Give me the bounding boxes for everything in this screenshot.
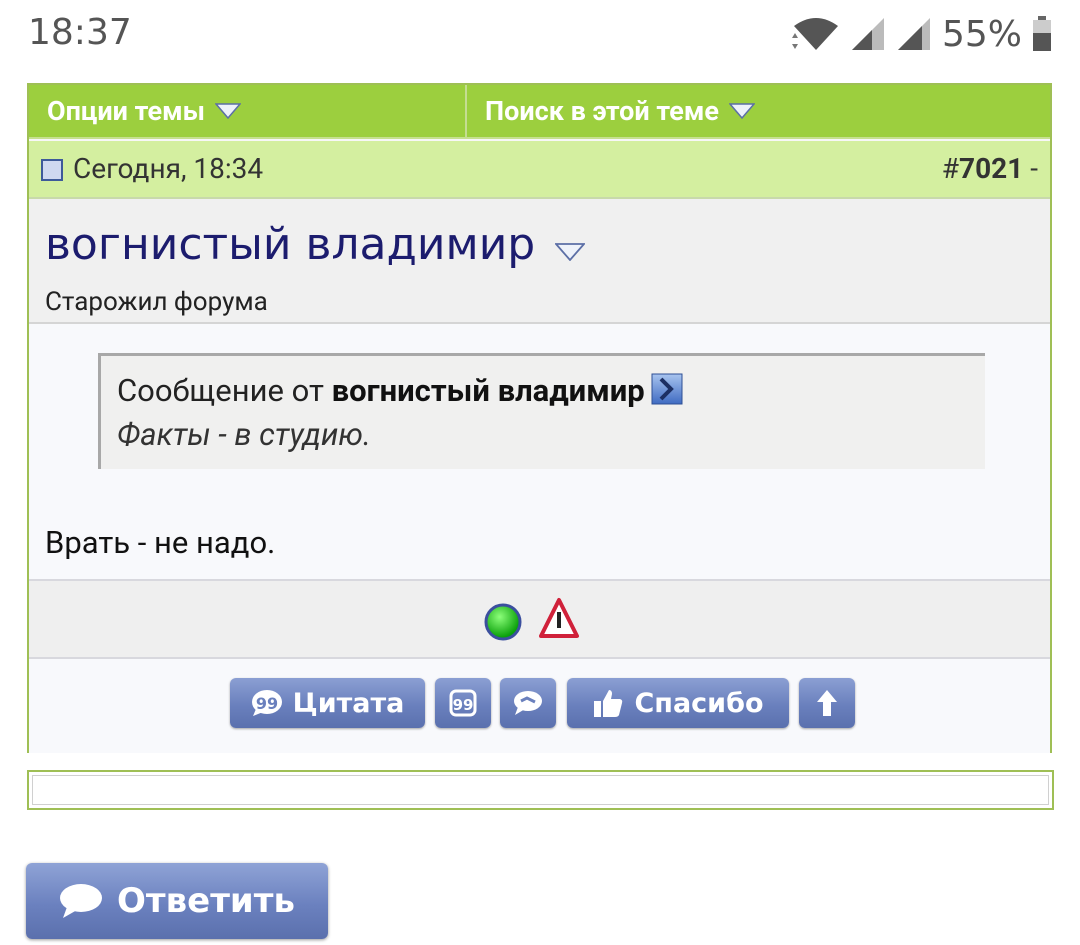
search-thread-label: Поиск в этой теме <box>485 95 719 127</box>
quote-header: Сообщение от вогнистый владимир <box>117 372 683 409</box>
post-status-row <box>29 579 1050 659</box>
thanks-button-label: Спасибо <box>634 687 764 719</box>
multiquote-button[interactable]: 99 <box>435 678 491 728</box>
user-title: Старожил форума <box>45 287 268 317</box>
signal-icon <box>851 18 884 50</box>
wifi-icon <box>791 18 838 50</box>
multiquote-icon: 99 <box>449 689 477 717</box>
post-number-suffix: - <box>1023 152 1038 185</box>
speech-bubble-icon: 99 <box>251 690 282 716</box>
empty-panel <box>27 770 1054 810</box>
svg-text:99: 99 <box>256 694 278 713</box>
reply-button[interactable]: Ответить <box>26 863 328 939</box>
scroll-top-button[interactable] <box>799 678 855 728</box>
arrow-right-icon[interactable] <box>651 373 683 405</box>
clock: 18:37 <box>28 12 132 53</box>
thread-options-label: Опции темы <box>47 95 205 127</box>
quote-block: Сообщение от вогнистый владимир Факты - … <box>98 353 985 469</box>
empty-panel-inner <box>32 775 1049 805</box>
battery-percent: 55% <box>941 13 1022 55</box>
thanks-button[interactable]: Спасибо <box>567 678 789 728</box>
quote-text: Факты - в студию. <box>117 416 371 453</box>
username-link[interactable]: вогнистый владимир <box>45 219 535 270</box>
post-number-link[interactable]: #7021 - <box>942 152 1038 185</box>
triangle-down-icon <box>214 103 241 119</box>
thread-options-menu[interactable]: Опции темы <box>29 85 467 137</box>
triangle-down-icon <box>728 103 755 119</box>
post-content: Сообщение от вогнистый владимир Факты - … <box>29 324 1050 579</box>
post-date: Сегодня, 18:34 <box>73 152 264 185</box>
svg-text:99: 99 <box>453 696 474 714</box>
speech-bubble-icon <box>60 884 103 918</box>
post-date-bar: Сегодня, 18:34 #7021 - <box>29 141 1050 199</box>
quote-author: вогнистый владимир <box>331 372 645 409</box>
triangle-down-icon[interactable] <box>555 243 585 261</box>
reply-button-label: Ответить <box>117 881 295 921</box>
post-container: Опции темы Поиск в этой теме Сегодня, 18… <box>27 83 1052 753</box>
thumbs-up-icon <box>594 690 623 717</box>
user-info: вогнистый владимир Старожил форума <box>29 199 1050 324</box>
warning-icon[interactable] <box>538 597 580 641</box>
post-actions: 99 Цитата 99 Спасибо <box>29 659 1050 753</box>
thread-tools-bar: Опции темы Поиск в этой теме <box>29 85 1050 139</box>
arrow-up-icon <box>817 690 837 716</box>
quote-button[interactable]: 99 Цитата <box>230 678 425 728</box>
signal-icon <box>897 18 930 50</box>
status-icons: 55% <box>791 12 1052 56</box>
online-status-icon <box>484 603 522 641</box>
quote-prefix: Сообщение от <box>117 372 332 409</box>
quick-reply-icon <box>514 691 542 715</box>
post-message: Врать - не надо. <box>45 524 276 561</box>
document-icon <box>41 159 63 181</box>
status-bar: 18:37 55% <box>0 0 1080 68</box>
post-number-prefix: # <box>941 152 960 185</box>
search-thread-menu[interactable]: Поиск в этой теме <box>467 85 1050 137</box>
post-number: 7021 <box>959 152 1024 185</box>
quick-reply-button[interactable] <box>500 678 556 728</box>
quote-button-label: Цитата <box>292 687 405 719</box>
battery-icon <box>1033 16 1051 51</box>
